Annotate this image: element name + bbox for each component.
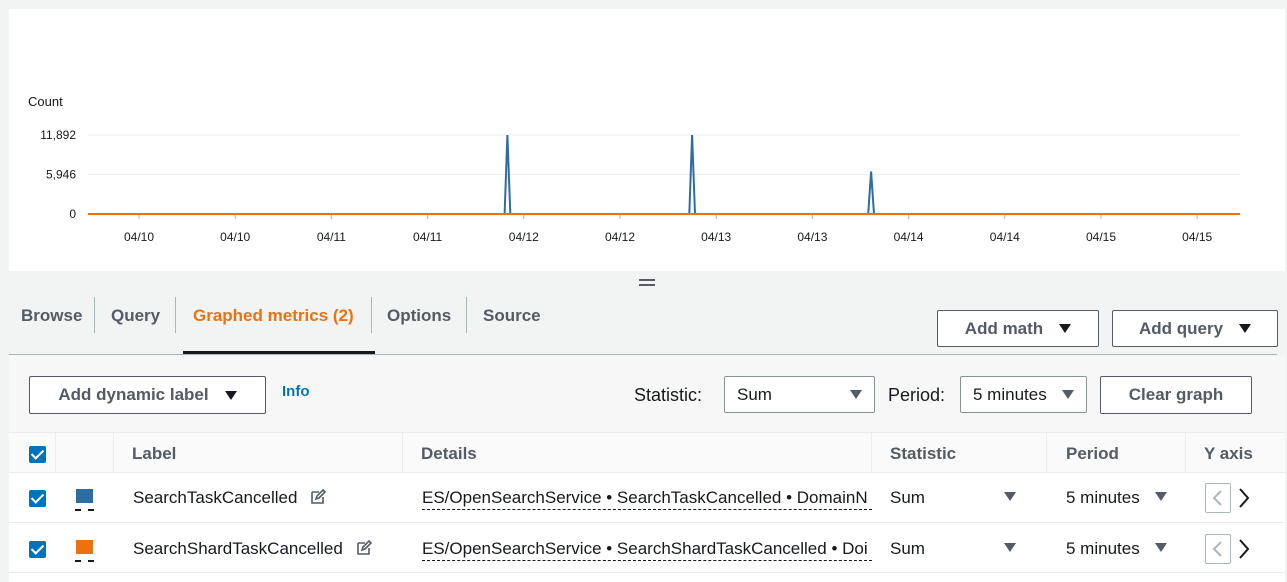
resize-handle[interactable] bbox=[639, 279, 655, 288]
x-tick-label: 04/10 bbox=[220, 230, 250, 244]
column-header-period[interactable]: Period bbox=[1066, 433, 1119, 474]
add-dynamic-label-button[interactable]: Add dynamic label bbox=[29, 376, 266, 414]
row-statistic[interactable]: Sum bbox=[890, 539, 925, 559]
clear-graph-button[interactable]: Clear graph bbox=[1100, 376, 1252, 414]
edit-icon[interactable] bbox=[356, 540, 372, 556]
chevron-right-icon bbox=[1239, 488, 1250, 508]
grid-lines bbox=[88, 134, 1240, 215]
column-separator bbox=[871, 433, 872, 474]
add-math-button[interactable]: Add math bbox=[937, 310, 1099, 347]
column-separator bbox=[113, 433, 114, 474]
x-tick-label: 04/13 bbox=[701, 230, 731, 244]
metrics-page: Count 11,892 5,946 0 04/10 04/10 04/11 04/11 0… bbox=[0, 0, 1287, 582]
metric-label: SearchTaskCancelled bbox=[133, 488, 298, 507]
period-select-value: 5 minutes bbox=[973, 385, 1047, 404]
column-header-details[interactable]: Details bbox=[421, 433, 477, 474]
caret-down-icon[interactable] bbox=[1004, 492, 1016, 501]
tab-graphed-metrics[interactable]: Graphed metrics (2) bbox=[193, 292, 354, 354]
x-tick-label: 04/13 bbox=[797, 230, 827, 244]
statistic-select-value: Sum bbox=[737, 385, 772, 404]
x-tick-label: 04/15 bbox=[1182, 230, 1212, 244]
tab-source[interactable]: Source bbox=[483, 292, 541, 354]
column-header-label[interactable]: Label bbox=[132, 433, 176, 474]
column-separator bbox=[55, 433, 56, 474]
x-tick-label: 04/11 bbox=[317, 230, 346, 244]
info-link[interactable]: Info bbox=[282, 383, 310, 400]
y-axis-ticks: 11,892 5,946 0 bbox=[40, 128, 76, 221]
metric-label: SearchShardTaskCancelled bbox=[133, 539, 343, 558]
tab-separator bbox=[94, 297, 95, 333]
tab-separator bbox=[466, 297, 467, 333]
y-tick-label: 11,892 bbox=[40, 128, 76, 142]
swatch-underline bbox=[75, 560, 94, 562]
x-tick-label: 04/15 bbox=[1086, 230, 1116, 244]
clear-graph-label: Clear graph bbox=[1128, 385, 1224, 404]
row-statistic[interactable]: Sum bbox=[890, 488, 925, 508]
tab-options[interactable]: Options bbox=[387, 292, 451, 354]
table-header: Label Details Statistic Period Y axis bbox=[9, 432, 1285, 474]
caret-down-icon bbox=[1062, 390, 1074, 399]
x-tick-label: 04/14 bbox=[894, 230, 924, 244]
y-axis-right-button[interactable] bbox=[1237, 487, 1251, 509]
y-axis-left-button[interactable] bbox=[1205, 534, 1231, 564]
swatch-underline bbox=[75, 509, 94, 511]
x-axis-ticks: 04/10 04/10 04/11 04/11 04/12 04/12 04/13 04/13… bbox=[124, 214, 1213, 244]
row-checkbox[interactable] bbox=[29, 490, 46, 507]
y-axis-left-button[interactable] bbox=[1205, 483, 1231, 513]
statistic-label: Statistic: bbox=[634, 385, 703, 405]
add-math-label: Add math bbox=[964, 318, 1044, 338]
caret-down-icon bbox=[1059, 324, 1072, 333]
caret-down-icon[interactable] bbox=[1155, 543, 1167, 552]
metrics-table: Label Details Statistic Period Y axis Se… bbox=[9, 432, 1285, 582]
add-dynamic-label-label: Add dynamic label bbox=[58, 385, 209, 404]
row-checkbox[interactable] bbox=[29, 541, 46, 558]
chevron-right-icon bbox=[1239, 539, 1250, 559]
series-color-swatch[interactable] bbox=[76, 540, 93, 554]
row-period[interactable]: 5 minutes bbox=[1066, 488, 1140, 508]
chevron-left-icon bbox=[1212, 490, 1222, 506]
metric-details[interactable]: ES/OpenSearchService • SearchTaskCancell… bbox=[422, 487, 872, 510]
y-axis-right-button[interactable] bbox=[1237, 538, 1251, 560]
chevron-left-icon bbox=[1212, 541, 1222, 557]
statistic-select[interactable]: Sum bbox=[724, 376, 875, 413]
x-tick-label: 04/10 bbox=[124, 230, 154, 244]
caret-down-icon[interactable] bbox=[1004, 543, 1016, 552]
caret-down-icon bbox=[850, 390, 862, 399]
y-tick-label: 5,946 bbox=[46, 168, 76, 182]
series-color-swatch[interactable] bbox=[76, 489, 93, 503]
tab-query[interactable]: Query bbox=[111, 292, 160, 354]
table-row: SearchShardTaskCancelled ES/OpenSearchSe… bbox=[9, 523, 1285, 573]
metrics-chart: Count 11,8925,9460 04/10 04/10 04/11 04/11 0… bbox=[28, 94, 1240, 244]
graph-panel: Count 11,892 5,946 0 04/10 04/10 04/11 04/11 0… bbox=[9, 9, 1285, 271]
row-period[interactable]: 5 minutes bbox=[1066, 539, 1140, 559]
add-query-button[interactable]: Add query bbox=[1112, 310, 1278, 347]
table-row: SearchTaskCancelled ES/OpenSearchService… bbox=[9, 473, 1285, 523]
tab-separator bbox=[175, 297, 176, 333]
column-header-statistic[interactable]: Statistic bbox=[890, 433, 956, 474]
column-header-y-axis[interactable]: Y axis bbox=[1204, 433, 1253, 474]
y-axis-label: Count bbox=[28, 94, 63, 109]
caret-down-icon[interactable] bbox=[1155, 492, 1167, 501]
tabs-divider bbox=[9, 354, 1277, 355]
add-query-label: Add query bbox=[1138, 318, 1224, 338]
x-tick-label: 04/11 bbox=[413, 230, 442, 244]
metric-details[interactable]: ES/OpenSearchService • SearchShardTaskCa… bbox=[422, 538, 872, 561]
x-tick-label: 04/12 bbox=[509, 230, 539, 244]
caret-down-icon bbox=[224, 390, 237, 400]
column-separator bbox=[402, 433, 403, 474]
y-tick-label: 0 bbox=[69, 207, 76, 221]
select-all-checkbox[interactable] bbox=[29, 446, 46, 463]
edit-icon[interactable] bbox=[310, 489, 326, 505]
tab-browse[interactable]: Browse bbox=[21, 292, 82, 354]
caret-down-icon bbox=[1239, 324, 1252, 333]
tab-separator bbox=[371, 297, 372, 333]
column-separator bbox=[1185, 433, 1186, 474]
column-separator bbox=[1046, 433, 1047, 474]
x-tick-label: 04/12 bbox=[605, 230, 635, 244]
x-tick-label: 04/14 bbox=[990, 230, 1020, 244]
period-label: Period: bbox=[888, 385, 946, 405]
period-select[interactable]: 5 minutes bbox=[960, 376, 1087, 413]
